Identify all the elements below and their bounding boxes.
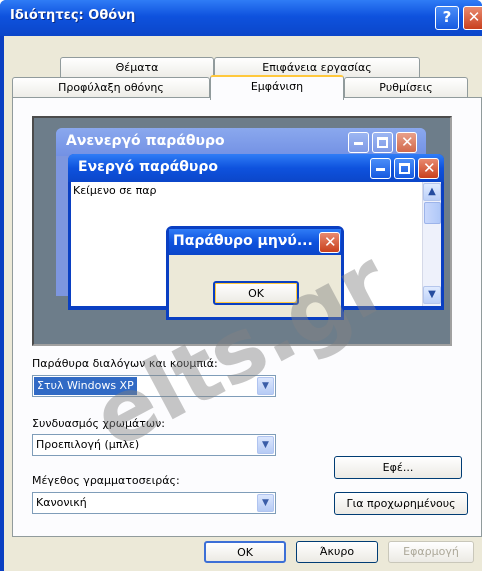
scrollbar: ▲ ▼: [422, 182, 441, 306]
minimize-icon: [348, 132, 369, 153]
advanced-button[interactable]: Για προχωρημένους: [334, 492, 468, 515]
help-icon[interactable]: ?: [435, 6, 459, 30]
dropdown-arrow-icon[interactable]: ▼: [257, 377, 274, 395]
windows-buttons-select[interactable]: Στυλ Windows XP ▼: [32, 375, 276, 397]
tab-appearance[interactable]: Εμφάνιση: [210, 75, 344, 100]
scroll-up-icon: ▲: [423, 183, 441, 201]
window-sample-text: Κείμενο σε παρ: [73, 184, 157, 197]
message-box-preview: Παράθυρο μηνύ... ✕ OK: [166, 226, 344, 320]
color-scheme-label: Συνδυασμός χρωμάτων:: [32, 417, 165, 430]
effects-button[interactable]: Εφέ...: [334, 456, 462, 479]
close-icon[interactable]: ✕: [463, 6, 482, 30]
color-scheme-value: Προεπιλογή (μπλε): [36, 438, 140, 451]
windows-buttons-label: Παράθυρα διαλόγων και κουμπιά:: [32, 357, 218, 370]
font-size-value: Κανονική: [36, 496, 87, 509]
maximize-icon: [394, 158, 415, 179]
windows-buttons-value: Στυλ Windows XP: [34, 377, 137, 395]
dropdown-arrow-icon[interactable]: ▼: [257, 436, 274, 454]
tab-themes[interactable]: Θέματα: [60, 57, 214, 79]
title-bar[interactable]: Ιδιότητες: Οθόνη ? ✕: [0, 0, 482, 36]
message-box-ok-button: OK: [213, 281, 299, 305]
close-icon: ✕: [319, 232, 340, 253]
font-size-select[interactable]: Κανονική ▼: [32, 492, 276, 514]
window-title: Ιδιότητες: Οθόνη: [10, 8, 136, 23]
display-properties-window: Ιδιότητες: Οθόνη ? ✕ Θέματα Επιφάνεια ερ…: [0, 0, 482, 571]
minimize-icon: [370, 158, 391, 179]
font-size-label: Μέγεθος γραμματοσειράς:: [32, 474, 180, 487]
message-box-title: Παράθυρο μηνύ...: [169, 229, 341, 255]
maximize-icon: [372, 132, 393, 153]
close-icon: ✕: [396, 132, 417, 153]
inactive-window-title: Ανενεργό παράθυρο: [56, 128, 426, 156]
apply-button[interactable]: Εφαρμογή: [388, 541, 474, 563]
close-icon: ✕: [418, 158, 439, 179]
scroll-thumb: [424, 202, 441, 224]
scroll-down-icon: ▼: [423, 286, 441, 304]
dropdown-arrow-icon[interactable]: ▼: [257, 494, 274, 512]
cancel-button[interactable]: Άκυρο: [296, 541, 378, 563]
tab-settings[interactable]: Ρυθμίσεις: [344, 77, 468, 99]
tab-screen-saver[interactable]: Προφύλαξη οθόνης: [12, 77, 210, 99]
message-box-body: OK: [169, 255, 341, 317]
dialog-client-area: Θέματα Επιφάνεια εργασίας Προφύλαξη οθόν…: [4, 36, 482, 571]
ok-button[interactable]: OK: [204, 541, 286, 563]
color-scheme-select[interactable]: Προεπιλογή (μπλε) ▼: [32, 434, 276, 456]
